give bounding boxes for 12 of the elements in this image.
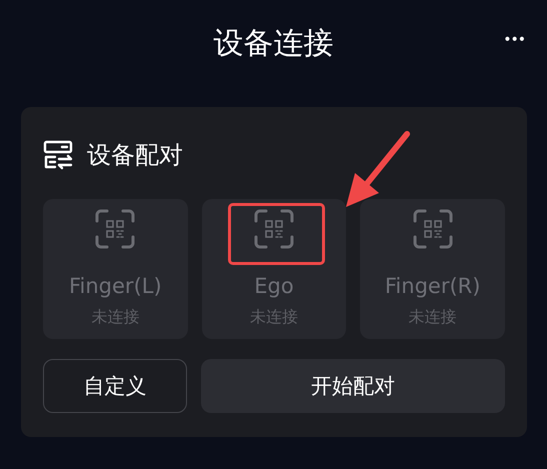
- qr-scan-icon: [412, 209, 453, 249]
- device-name: Ego: [254, 273, 294, 299]
- qr-scan-icon: [254, 209, 294, 249]
- custom-button[interactable]: 自定义: [43, 359, 187, 413]
- device-name: Finger(L): [68, 273, 162, 299]
- device-name: Finger(R): [384, 273, 480, 299]
- page-title: 设备连接: [214, 25, 334, 63]
- qr-scan-icon: [95, 209, 136, 249]
- start-pairing-button[interactable]: 开始配对: [201, 359, 505, 413]
- server-sync-icon: [43, 140, 73, 170]
- more-menu-button[interactable]: •••: [503, 30, 525, 50]
- section-title: 设备配对: [87, 140, 183, 170]
